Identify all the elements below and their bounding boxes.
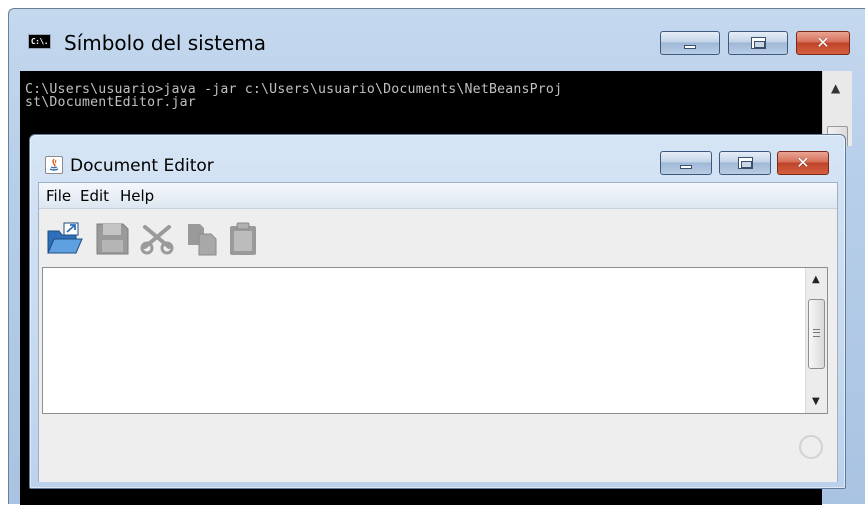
menu-file[interactable]: File [46, 187, 71, 205]
document-editor-titlebar[interactable]: Document Editor ✕ [30, 135, 845, 181]
java-icon [45, 156, 63, 174]
minimize-icon [684, 45, 696, 49]
minimize-icon [680, 165, 692, 169]
close-icon: ✕ [816, 33, 830, 52]
busy-indicator-icon [799, 435, 823, 459]
command-prompt-icon: C:\. [28, 34, 51, 49]
document-editor-window: Document Editor ✕ File Edit Help ▲ ▼ [29, 134, 846, 489]
cut-button[interactable] [139, 221, 177, 257]
close-button[interactable]: ✕ [777, 151, 829, 175]
scroll-up-arrow-icon[interactable]: ▲ [831, 81, 840, 95]
scroll-thumb[interactable] [808, 299, 825, 369]
document-text-area[interactable]: ▲ ▼ [42, 267, 828, 414]
maximize-icon [751, 37, 766, 49]
console-line: st\DocumentEditor.jar [25, 95, 196, 110]
save-button[interactable] [94, 221, 132, 257]
scroll-up-arrow-icon[interactable]: ▲ [812, 274, 820, 285]
paste-icon [230, 222, 256, 255]
maximize-icon [738, 157, 753, 169]
close-button[interactable]: ✕ [796, 31, 850, 55]
open-button[interactable] [46, 221, 84, 257]
cut-icon [140, 225, 174, 255]
maximize-button[interactable] [719, 151, 771, 175]
menu-bar: File Edit Help [39, 183, 837, 209]
editor-scrollbar[interactable]: ▲ ▼ [805, 268, 827, 413]
maximize-button[interactable] [728, 31, 788, 55]
command-prompt-titlebar[interactable]: C:\. Símbolo del sistema ✕ [9, 9, 865, 71]
minimize-button[interactable] [660, 151, 712, 175]
close-icon: ✕ [796, 153, 810, 172]
copy-button[interactable] [184, 221, 222, 257]
window-title: Símbolo del sistema [64, 31, 267, 55]
scroll-down-arrow-icon[interactable]: ▼ [812, 396, 820, 407]
grip-icon [813, 329, 820, 337]
editor-client-area: File Edit Help ▲ ▼ [38, 182, 838, 482]
open-icon [47, 222, 83, 254]
toolbar [39, 210, 837, 266]
minimize-button[interactable] [660, 31, 720, 55]
menu-edit[interactable]: Edit [80, 187, 109, 205]
copy-icon [188, 224, 217, 256]
status-bar [39, 416, 837, 482]
window-title: Document Editor [70, 156, 214, 176]
paste-button[interactable] [225, 221, 263, 257]
menu-help[interactable]: Help [120, 187, 154, 205]
save-icon [96, 223, 129, 255]
